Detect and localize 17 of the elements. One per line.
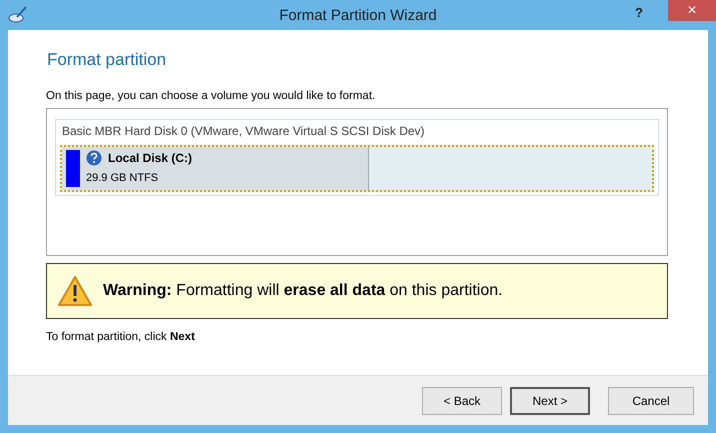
next-button[interactable]: Next > <box>510 386 590 414</box>
partition-info: 29.9 GB NTFS <box>86 172 160 184</box>
warning-icon <box>57 275 93 307</box>
partition-name: Local Disk (C:) <box>108 151 192 165</box>
intro-text: On this page, you can choose a volume you would like to format. <box>46 90 376 102</box>
window-title: Format Partition Wizard <box>279 6 437 24</box>
warning-text: Warning: Formatting will erase all data on this partition. <box>103 282 503 300</box>
brush-icon <box>8 6 28 24</box>
partition-bar[interactable]: Local Disk (C:) 29.9 GB NTFS <box>60 145 654 192</box>
page-heading: Format partition <box>47 50 168 70</box>
close-button[interactable]: × <box>668 0 716 21</box>
question-icon <box>86 150 102 166</box>
help-button[interactable]: ? <box>635 5 643 20</box>
disk-title: Basic MBR Hard Disk 0 (VMware, VMware Virtual S SCSI Disk Dev) <box>62 124 426 138</box>
back-button[interactable]: < Back <box>422 386 502 414</box>
cancel-button[interactable]: Cancel <box>608 386 694 414</box>
hint-text: To format partition, click Next <box>46 331 196 343</box>
